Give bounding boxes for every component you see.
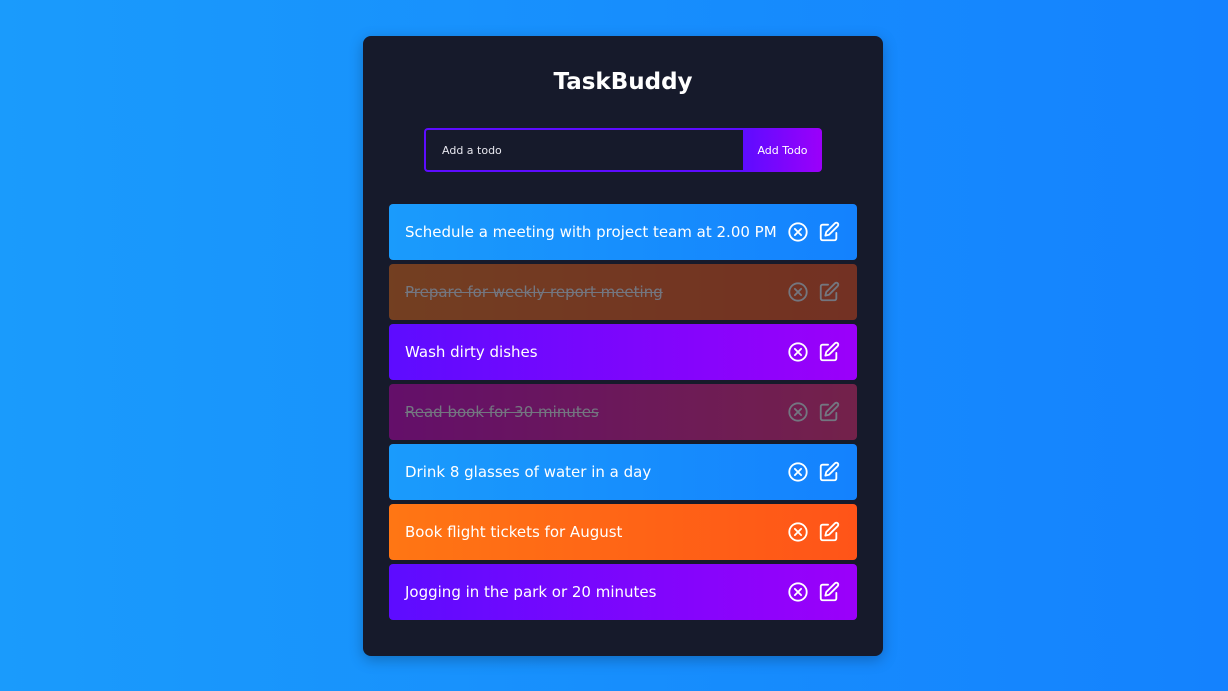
edit-icon[interactable] — [818, 521, 840, 543]
todo-row: Wash dirty dishes — [389, 324, 857, 380]
close-circle-icon[interactable] — [787, 401, 809, 423]
edit-icon[interactable] — [818, 581, 840, 603]
todo-row: Schedule a meeting with project team at … — [389, 204, 857, 260]
todo-row: Drink 8 glasses of water in a day — [389, 444, 857, 500]
todo-actions — [787, 221, 840, 243]
todo-app: TaskBuddy Add Todo Schedule a meeting wi… — [363, 36, 883, 656]
close-circle-icon[interactable] — [787, 581, 809, 603]
edit-icon[interactable] — [818, 281, 840, 303]
todo-row: Book flight tickets for August — [389, 504, 857, 560]
close-circle-icon[interactable] — [787, 341, 809, 363]
app-title: TaskBuddy — [553, 69, 693, 95]
todo-actions — [787, 521, 840, 543]
close-circle-icon[interactable] — [787, 281, 809, 303]
close-circle-icon[interactable] — [787, 521, 809, 543]
todo-actions — [787, 581, 840, 603]
todo-text[interactable]: Jogging in the park or 20 minutes — [405, 583, 656, 601]
edit-icon[interactable] — [818, 461, 840, 483]
edit-icon[interactable] — [818, 221, 840, 243]
todo-list: Schedule a meeting with project team at … — [389, 204, 857, 624]
todo-text[interactable]: Wash dirty dishes — [405, 343, 538, 361]
todo-row: Read book for 30 minutes — [389, 384, 857, 440]
todo-form: Add Todo — [424, 128, 822, 172]
add-todo-button[interactable]: Add Todo — [743, 128, 822, 172]
todo-actions — [787, 401, 840, 423]
todo-text[interactable]: Prepare for weekly report meeting — [405, 283, 663, 301]
close-circle-icon[interactable] — [787, 221, 809, 243]
todo-input[interactable] — [424, 128, 743, 172]
todo-text[interactable]: Drink 8 glasses of water in a day — [405, 463, 651, 481]
todo-text[interactable]: Book flight tickets for August — [405, 523, 622, 541]
todo-actions — [787, 281, 840, 303]
edit-icon[interactable] — [818, 401, 840, 423]
close-circle-icon[interactable] — [787, 461, 809, 483]
todo-actions — [787, 461, 840, 483]
todo-row: Jogging in the park or 20 minutes — [389, 564, 857, 620]
todo-text[interactable]: Read book for 30 minutes — [405, 403, 599, 421]
todo-row: Prepare for weekly report meeting — [389, 264, 857, 320]
todo-text[interactable]: Schedule a meeting with project team at … — [405, 223, 777, 241]
edit-icon[interactable] — [818, 341, 840, 363]
todo-actions — [787, 341, 840, 363]
